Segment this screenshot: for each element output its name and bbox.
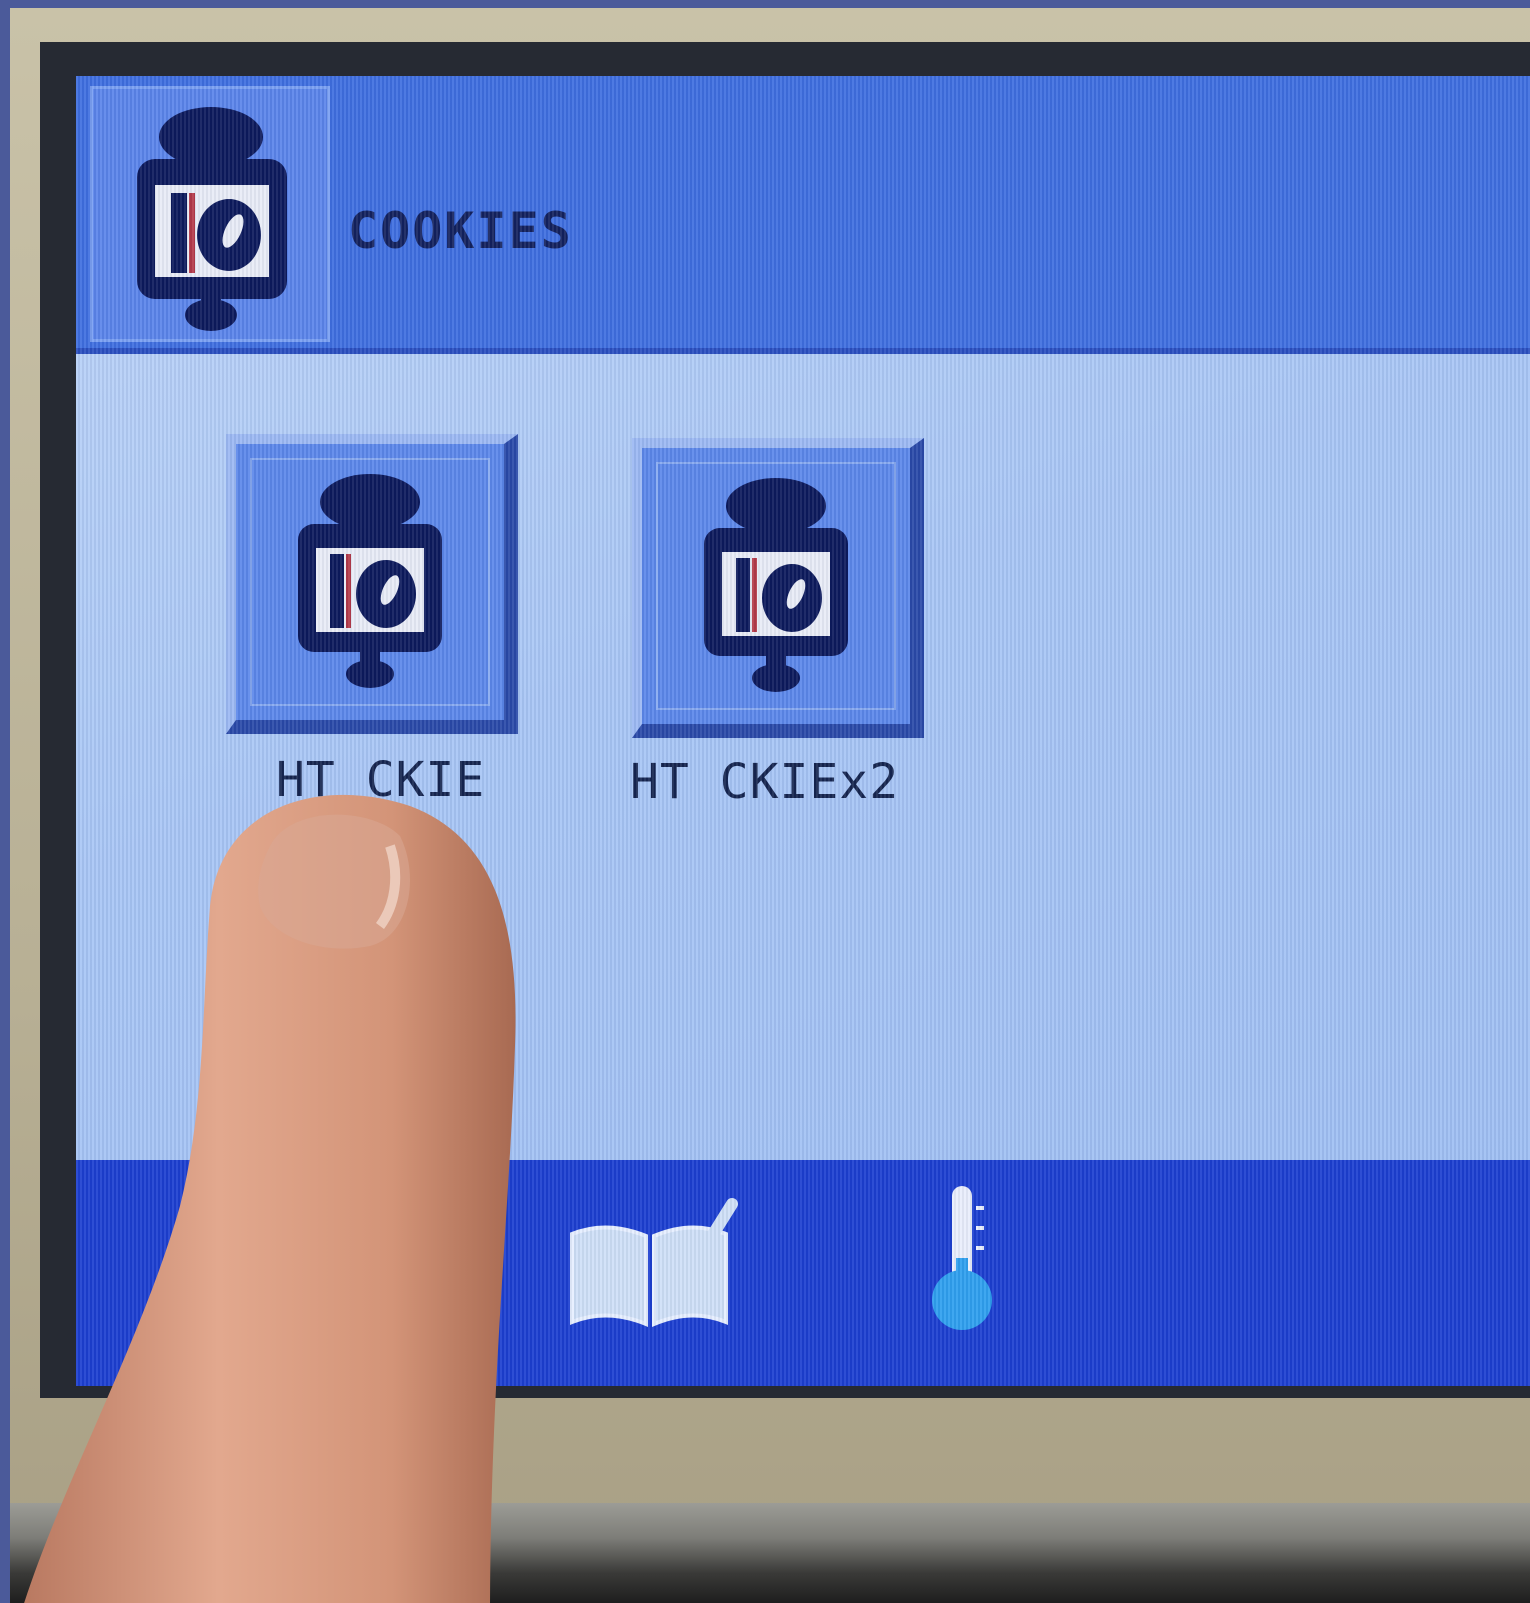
device-photo: COOKIES HT CKIE HT CKIEx2 (10, 8, 1530, 1603)
cookie-recipe-icon (298, 474, 442, 688)
recipe-button-ht-ckie[interactable] (226, 434, 518, 734)
cookie-recipe-icon (137, 107, 287, 331)
recipe-book-button[interactable] (562, 1184, 752, 1334)
page-title: COOKIES (348, 202, 573, 260)
device-bezel-bottom (10, 1503, 1530, 1603)
recipe-button-ht-ckiex2[interactable] (632, 438, 924, 738)
temperature-button[interactable] (912, 1178, 1012, 1338)
category-icon-button[interactable] (90, 86, 330, 342)
bottom-toolbar (76, 1160, 1530, 1386)
thermometer-icon (932, 1186, 992, 1330)
header-bar: COOKIES (76, 76, 1530, 354)
recipe-grid: HT CKIE HT CKIEx2 (76, 354, 1530, 1164)
recipe-book-edit-icon (570, 1198, 738, 1328)
cookie-recipe-icon (704, 478, 848, 692)
recipe-label-ht-ckie: HT CKIE (276, 752, 486, 808)
recipe-label-ht-ckiex2: HT CKIEx2 (630, 754, 900, 810)
touch-screen: COOKIES HT CKIE HT CKIEx2 (76, 76, 1530, 1386)
